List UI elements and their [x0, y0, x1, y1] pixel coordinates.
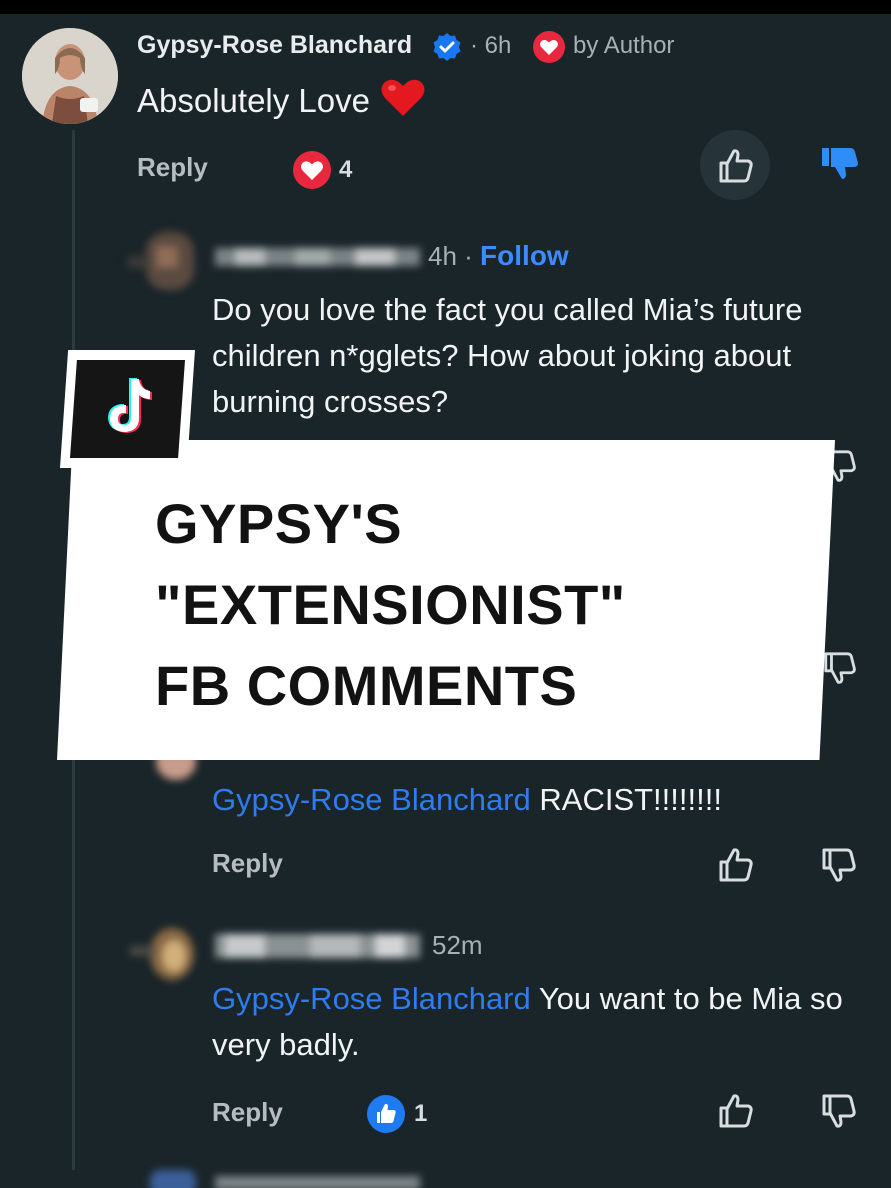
- comment-timestamp: 4h · Follow: [428, 240, 569, 272]
- avatar[interactable]: [128, 232, 196, 290]
- thumbs-up-icon[interactable]: [717, 147, 755, 185]
- mention-link[interactable]: Gypsy-Rose Blanchard: [212, 981, 531, 1016]
- comment-text: Absolutely Love: [137, 78, 427, 124]
- thumbs-up-icon[interactable]: [366, 1094, 406, 1134]
- reply-button[interactable]: Reply: [212, 848, 283, 879]
- reply-button[interactable]: Reply: [137, 152, 208, 183]
- avatar[interactable]: [22, 28, 118, 124]
- mention-link[interactable]: Gypsy-Rose Blanchard: [212, 782, 531, 817]
- heart-reaction-icon[interactable]: [292, 150, 332, 190]
- verified-badge-icon: [432, 32, 462, 62]
- avatar: [140, 1166, 200, 1188]
- comment-text: Gypsy-Rose Blanchard RACIST!!!!!!!!: [212, 777, 722, 823]
- thumbs-up-icon[interactable]: [717, 846, 755, 884]
- comment-text-content: Absolutely Love: [137, 82, 370, 119]
- thumbs-down-icon[interactable]: [820, 846, 858, 884]
- comment-thread-screen: Gypsy-Rose Blanchard · 6h by Author Abso…: [0, 0, 891, 1188]
- tiktok-logo-icon: [70, 360, 185, 458]
- comment-timestamp: 52m: [432, 930, 483, 960]
- blurred-username: [215, 1174, 420, 1188]
- comment-text: Do you love the fact you called Mia’s fu…: [212, 292, 803, 419]
- heart-reaction-icon: [532, 30, 566, 64]
- comment-author-name[interactable]: Gypsy-Rose Blanchard: [137, 31, 412, 60]
- reaction-count: 1: [414, 1100, 428, 1127]
- reply-button[interactable]: Reply: [212, 1097, 283, 1128]
- follow-link[interactable]: Follow: [480, 240, 569, 271]
- comment-time: 4h ·: [428, 241, 473, 271]
- thumbs-down-icon[interactable]: [820, 142, 860, 182]
- blurred-username: [215, 932, 420, 960]
- thumbs-down-icon[interactable]: [822, 650, 858, 686]
- overlay-title-line-2: "EXTENSIONIST": [155, 573, 626, 636]
- comment-text: Gypsy-Rose Blanchard You want to be Mia …: [212, 976, 862, 1068]
- avatar[interactable]: [130, 924, 196, 982]
- comment-text-content: RACIST!!!!!!!!: [539, 782, 722, 817]
- overlay-title-line-1: GYPSY'S: [155, 492, 403, 555]
- status-bar: [0, 0, 891, 14]
- blurred-username: [215, 246, 420, 268]
- overlay-title-line-3: FB COMMENTS: [155, 654, 578, 717]
- thumbs-down-icon[interactable]: [820, 1092, 858, 1130]
- thumbs-up-icon[interactable]: [717, 1092, 755, 1130]
- reaction-count: 4: [339, 156, 353, 183]
- author-reaction-label: by Author: [573, 32, 675, 59]
- comment-timestamp: · 6h: [470, 32, 512, 59]
- red-heart-emoji-icon: [379, 78, 427, 118]
